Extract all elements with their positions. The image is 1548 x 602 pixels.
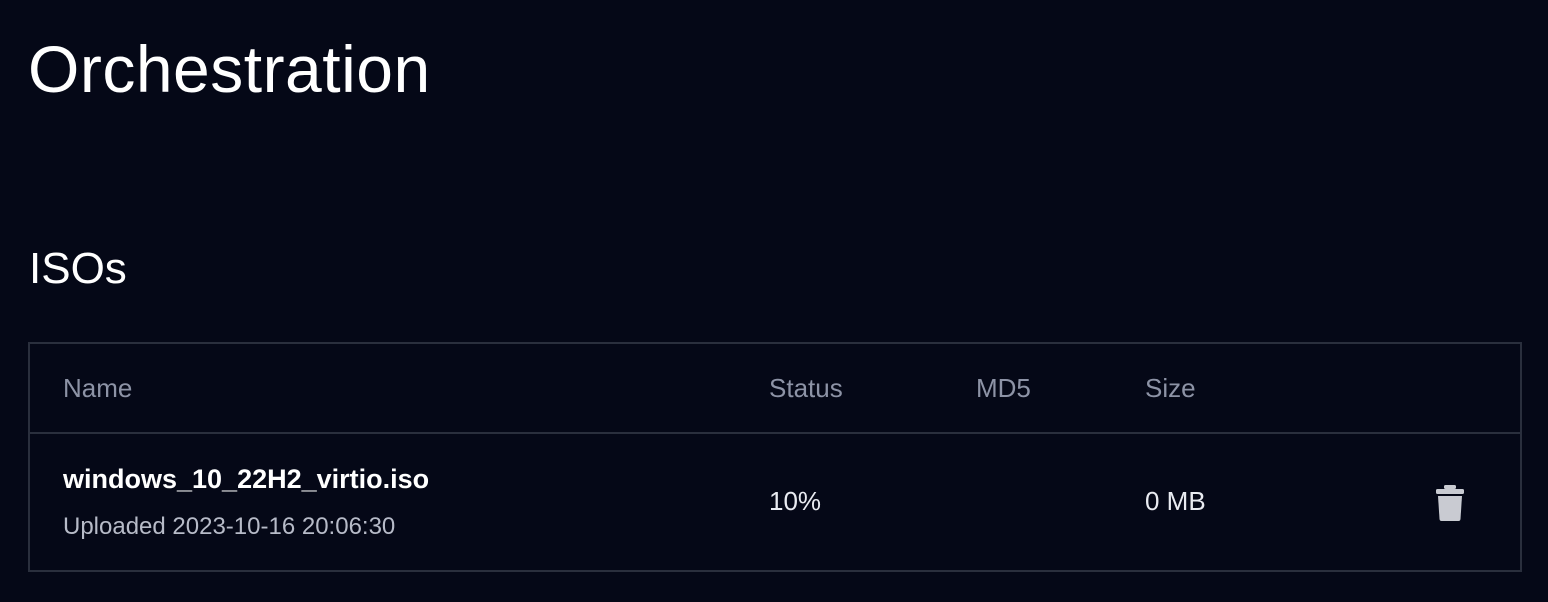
column-header-md5: MD5: [976, 373, 1031, 403]
column-header-status: Status: [769, 373, 843, 403]
delete-iso-button[interactable]: [1430, 482, 1470, 524]
column-header-size: Size: [1145, 373, 1196, 403]
iso-size: 0 MB: [1145, 486, 1206, 516]
section-title-isos: ISOs: [29, 244, 127, 293]
iso-status: 10%: [769, 486, 822, 516]
iso-upload-time: Uploaded 2023-10-16 20:06:30: [63, 513, 396, 540]
iso-table: Name Status MD5 Size windows_10_22H2_vir…: [28, 342, 1522, 572]
table-row: windows_10_22H2_virtio.iso Uploaded 2023…: [30, 434, 1520, 570]
page-title: Orchestration: [28, 32, 431, 106]
trash-icon: [1436, 485, 1464, 521]
iso-file-name: windows_10_22H2_virtio.iso: [63, 464, 430, 494]
column-header-name: Name: [63, 373, 133, 403]
table-header: Name Status MD5 Size: [30, 344, 1520, 434]
orchestration-page: Orchestration ISOs Name Status MD5 Size …: [0, 0, 1548, 602]
